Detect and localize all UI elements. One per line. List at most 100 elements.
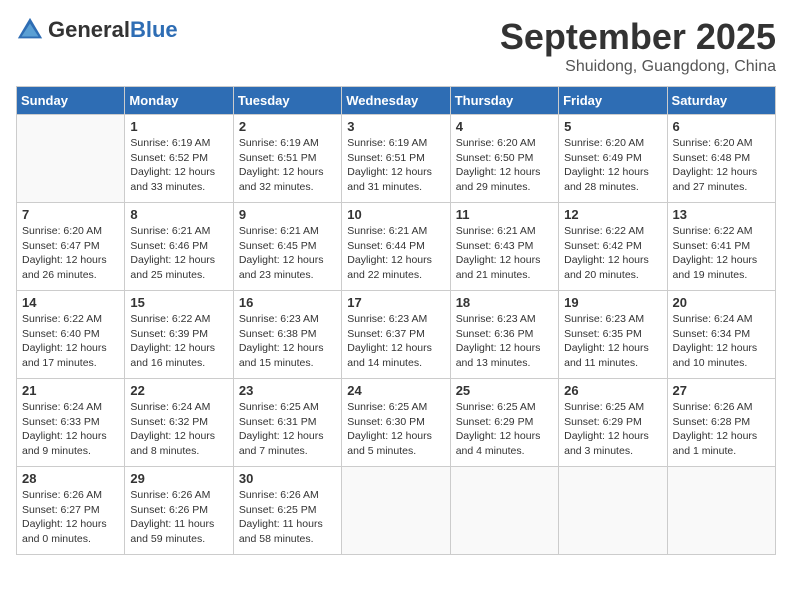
day-number: 18 — [456, 295, 553, 310]
calendar-cell: 17 Sunrise: 6:23 AM Sunset: 6:37 PM Dayli… — [342, 291, 450, 379]
calendar-cell: 9Sunrise: 6:21 AM Sunset: 6:45 PM Daylig… — [233, 203, 341, 291]
day-number: 20 — [673, 295, 770, 310]
calendar-week-row: 21 Sunrise: 6:24 AM Sunset: 6:33 PM Dayli… — [17, 379, 776, 467]
calendar-cell: 1Sunrise: 6:19 AM Sunset: 6:52 PM Daylig… — [125, 115, 233, 203]
calendar-cell: 4 Sunrise: 6:20 AM Sunset: 6:50 PM Daylig… — [450, 115, 558, 203]
logo-general-text: General — [48, 19, 130, 41]
day-number: 4 — [456, 119, 553, 134]
calendar-cell: 13 Sunrise: 6:22 AM Sunset: 6:41 PM Dayli… — [667, 203, 775, 291]
calendar-cell — [17, 115, 125, 203]
calendar-cell: 20 Sunrise: 6:24 AM Sunset: 6:34 PM Dayli… — [667, 291, 775, 379]
weekday-header-saturday: Saturday — [667, 87, 775, 115]
page-location: Shuidong, Guangdong, China — [500, 58, 776, 76]
day-number: 11 — [456, 207, 553, 222]
calendar-cell: 15 Sunrise: 6:22 AM Sunset: 6:39 PM Dayli… — [125, 291, 233, 379]
calendar-cell — [450, 467, 558, 555]
day-info: Sunrise: 6:22 AM Sunset: 6:40 PM Dayligh… — [22, 312, 119, 371]
day-info: Sunrise: 6:21 AM Sunset: 6:46 PM Dayligh… — [130, 224, 227, 283]
day-info: Sunrise: 6:25 AM Sunset: 6:31 PM Dayligh… — [239, 400, 336, 459]
weekday-header-sunday: Sunday — [17, 87, 125, 115]
day-number: 28 — [22, 471, 119, 486]
day-number: 22 — [130, 383, 227, 398]
weekday-header-tuesday: Tuesday — [233, 87, 341, 115]
weekday-header-friday: Friday — [559, 87, 667, 115]
weekday-header-thursday: Thursday — [450, 87, 558, 115]
calendar-week-row: 28 Sunrise: 6:26 AM Sunset: 6:27 PM Dayli… — [17, 467, 776, 555]
day-number: 30 — [239, 471, 336, 486]
day-info: Sunrise: 6:24 AM Sunset: 6:33 PM Dayligh… — [22, 400, 119, 459]
weekday-header-monday: Monday — [125, 87, 233, 115]
day-info: Sunrise: 6:20 AM Sunset: 6:47 PM Dayligh… — [22, 224, 119, 283]
day-info: Sunrise: 6:22 AM Sunset: 6:41 PM Dayligh… — [673, 224, 770, 283]
calendar-cell: 11Sunrise: 6:21 AM Sunset: 6:43 PM Dayli… — [450, 203, 558, 291]
day-number: 21 — [22, 383, 119, 398]
day-info: Sunrise: 6:19 AM Sunset: 6:52 PM Dayligh… — [130, 136, 227, 195]
day-number: 23 — [239, 383, 336, 398]
day-number: 7 — [22, 207, 119, 222]
day-number: 27 — [673, 383, 770, 398]
calendar-cell: 14 Sunrise: 6:22 AM Sunset: 6:40 PM Dayli… — [17, 291, 125, 379]
calendar-cell: 7 Sunrise: 6:20 AM Sunset: 6:47 PM Daylig… — [17, 203, 125, 291]
day-info: Sunrise: 6:25 AM Sunset: 6:30 PM Dayligh… — [347, 400, 444, 459]
day-number: 15 — [130, 295, 227, 310]
calendar-cell: 18 Sunrise: 6:23 AM Sunset: 6:36 PM Dayli… — [450, 291, 558, 379]
day-info: Sunrise: 6:22 AM Sunset: 6:39 PM Dayligh… — [130, 312, 227, 371]
calendar-cell — [342, 467, 450, 555]
day-info: Sunrise: 6:24 AM Sunset: 6:32 PM Dayligh… — [130, 400, 227, 459]
calendar-cell: 16Sunrise: 6:23 AM Sunset: 6:38 PM Dayli… — [233, 291, 341, 379]
day-info: Sunrise: 6:26 AM Sunset: 6:25 PM Dayligh… — [239, 488, 336, 547]
calendar-cell: 28 Sunrise: 6:26 AM Sunset: 6:27 PM Dayli… — [17, 467, 125, 555]
day-number: 29 — [130, 471, 227, 486]
day-info: Sunrise: 6:22 AM Sunset: 6:42 PM Dayligh… — [564, 224, 661, 283]
day-info: Sunrise: 6:19 AM Sunset: 6:51 PM Dayligh… — [347, 136, 444, 195]
day-number: 9 — [239, 207, 336, 222]
day-number: 26 — [564, 383, 661, 398]
day-number: 8 — [130, 207, 227, 222]
logo-icon — [16, 16, 44, 44]
logo-blue-text: Blue — [130, 19, 178, 41]
calendar-week-row: 7 Sunrise: 6:20 AM Sunset: 6:47 PM Daylig… — [17, 203, 776, 291]
day-info: Sunrise: 6:20 AM Sunset: 6:50 PM Dayligh… — [456, 136, 553, 195]
day-number: 10 — [347, 207, 444, 222]
calendar-cell — [667, 467, 775, 555]
calendar-cell: 27 Sunrise: 6:26 AM Sunset: 6:28 PM Dayli… — [667, 379, 775, 467]
day-number: 13 — [673, 207, 770, 222]
calendar-cell: 12Sunrise: 6:22 AM Sunset: 6:42 PM Dayli… — [559, 203, 667, 291]
calendar-cell — [559, 467, 667, 555]
day-info: Sunrise: 6:24 AM Sunset: 6:34 PM Dayligh… — [673, 312, 770, 371]
day-info: Sunrise: 6:26 AM Sunset: 6:27 PM Dayligh… — [22, 488, 119, 547]
page-header: General Blue September 2025 Shuidong, Gu… — [16, 16, 776, 76]
page-title: September 2025 — [500, 16, 776, 58]
calendar-cell: 6Sunrise: 6:20 AM Sunset: 6:48 PM Daylig… — [667, 115, 775, 203]
calendar-cell: 2Sunrise: 6:19 AM Sunset: 6:51 PM Daylig… — [233, 115, 341, 203]
calendar-week-row: 1Sunrise: 6:19 AM Sunset: 6:52 PM Daylig… — [17, 115, 776, 203]
day-number: 17 — [347, 295, 444, 310]
calendar-cell: 5 Sunrise: 6:20 AM Sunset: 6:49 PM Daylig… — [559, 115, 667, 203]
calendar-cell: 23 Sunrise: 6:25 AM Sunset: 6:31 PM Dayli… — [233, 379, 341, 467]
day-info: Sunrise: 6:25 AM Sunset: 6:29 PM Dayligh… — [456, 400, 553, 459]
calendar-table: SundayMondayTuesdayWednesdayThursdayFrid… — [16, 86, 776, 555]
day-info: Sunrise: 6:23 AM Sunset: 6:37 PM Dayligh… — [347, 312, 444, 371]
day-number: 14 — [22, 295, 119, 310]
calendar-cell: 30 Sunrise: 6:26 AM Sunset: 6:25 PM Dayli… — [233, 467, 341, 555]
calendar-cell: 22 Sunrise: 6:24 AM Sunset: 6:32 PM Dayli… — [125, 379, 233, 467]
day-info: Sunrise: 6:19 AM Sunset: 6:51 PM Dayligh… — [239, 136, 336, 195]
day-number: 19 — [564, 295, 661, 310]
calendar-cell: 10Sunrise: 6:21 AM Sunset: 6:44 PM Dayli… — [342, 203, 450, 291]
day-info: Sunrise: 6:23 AM Sunset: 6:35 PM Dayligh… — [564, 312, 661, 371]
day-number: 25 — [456, 383, 553, 398]
logo: General Blue — [16, 16, 178, 44]
day-number: 5 — [564, 119, 661, 134]
calendar-cell: 8 Sunrise: 6:21 AM Sunset: 6:46 PM Daylig… — [125, 203, 233, 291]
day-info: Sunrise: 6:25 AM Sunset: 6:29 PM Dayligh… — [564, 400, 661, 459]
day-info: Sunrise: 6:20 AM Sunset: 6:49 PM Dayligh… — [564, 136, 661, 195]
calendar-cell: 26 Sunrise: 6:25 AM Sunset: 6:29 PM Dayli… — [559, 379, 667, 467]
day-number: 24 — [347, 383, 444, 398]
weekday-header-wednesday: Wednesday — [342, 87, 450, 115]
calendar-cell: 25 Sunrise: 6:25 AM Sunset: 6:29 PM Dayli… — [450, 379, 558, 467]
day-info: Sunrise: 6:26 AM Sunset: 6:28 PM Dayligh… — [673, 400, 770, 459]
calendar-cell: 3Sunrise: 6:19 AM Sunset: 6:51 PM Daylig… — [342, 115, 450, 203]
day-info: Sunrise: 6:23 AM Sunset: 6:36 PM Dayligh… — [456, 312, 553, 371]
day-info: Sunrise: 6:20 AM Sunset: 6:48 PM Dayligh… — [673, 136, 770, 195]
calendar-cell: 29Sunrise: 6:26 AM Sunset: 6:26 PM Dayli… — [125, 467, 233, 555]
